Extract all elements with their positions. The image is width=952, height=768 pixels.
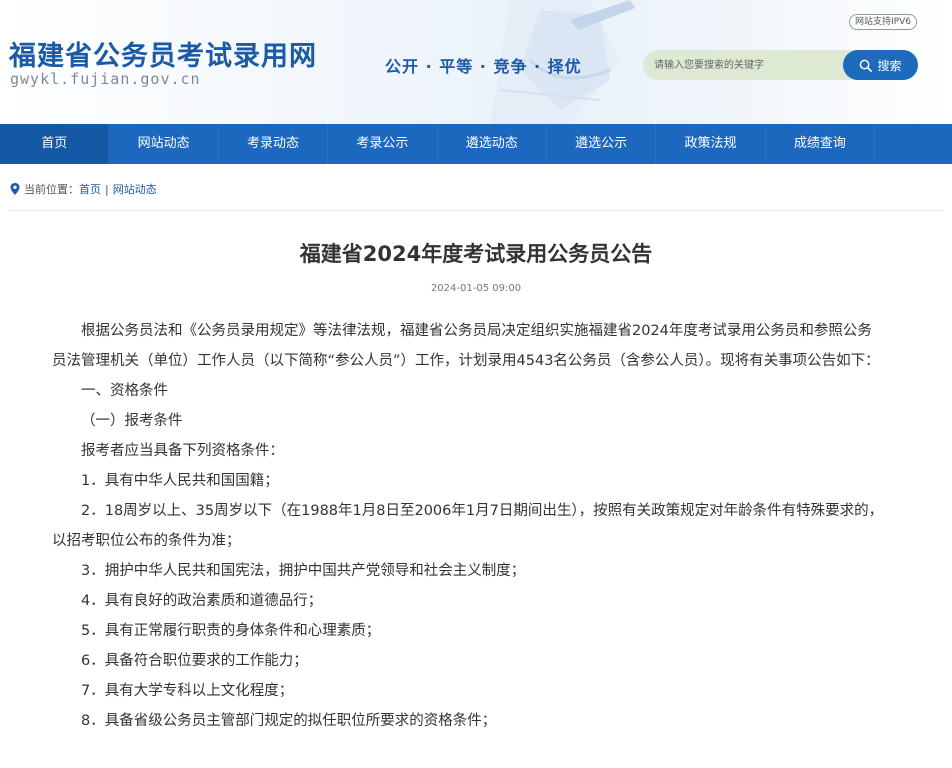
breadcrumb-home-link[interactable]: 首页 [79,181,101,197]
nav-item-site-news[interactable]: 网站动态 [109,124,219,164]
main-nav: 首页 网站动态 考录动态 考录公示 遴选动态 遴选公示 政策法规 成绩查询 [0,124,952,164]
nav-item-policies[interactable]: 政策法规 [656,124,766,164]
article-paragraph: 根据公务员法和《公务员录用规定》等法律法规，福建省公务员局决定组织实施福建省20… [52,323,880,369]
article-paragraph: 5．具有正常履行职责的身体条件和心理素质； [81,623,381,639]
site-header: 福建省公务员考试录用网 gwykl.fujian.gov.cn 公开 · 平等 … [0,0,952,124]
nav-item-home[interactable]: 首页 [0,124,110,164]
article-paragraph: 1．具有中华人民共和国国籍； [81,473,279,489]
article-paragraph: 一、资格条件 [81,383,168,399]
site-domain: gwykl.fujian.gov.cn [10,70,201,88]
ipv6-badge: 网站支持IPV6 [849,14,917,30]
article-title: 福建省2024年度考试录用公务员公告 [299,242,653,266]
breadcrumb-current-link[interactable]: 网站动态 [113,181,157,197]
search-input[interactable] [643,50,858,80]
breadcrumb-divider [10,210,942,211]
search-button-label: 搜索 [877,58,902,73]
article-paragraph: 7．具有大学专科以上文化程度； [81,683,294,699]
article-paragraph: （一）报考条件 [81,413,183,429]
breadcrumb: 当前位置： 首页 | 网站动态 [10,180,157,198]
article-paragraph: 8．具备省级公务员主管部门规定的拟任职位所要求的资格条件； [81,713,497,729]
nav-item-exam-notices[interactable]: 考录公示 [328,124,438,164]
nav-item-score-query[interactable]: 成绩查询 [766,124,876,164]
article-paragraph: 3．拥护中华人民共和国宪法，拥护中国共产党领导和社会主义制度； [81,563,526,579]
article-paragraph: 报考者应当具备下列资格条件： [81,443,284,459]
nav-item-selection-news[interactable]: 遴选动态 [438,124,547,164]
breadcrumb-separator: | [105,182,109,196]
article-date: 2024-01-05 09:00 [430,283,522,294]
site-title[interactable]: 福建省公务员考试录用网 [9,34,317,73]
article-paragraph: 4．具有良好的政治素质和道德品行； [81,593,323,609]
article-body: 根据公务员法和《公务员录用规定》等法律法规，福建省公务员局决定组织实施福建省20… [52,316,886,736]
site-slogan: 公开 · 平等 · 竞争 · 择优 [385,57,582,76]
search-icon [860,59,873,72]
location-pin-icon [10,183,20,195]
article-paragraph: 6．具备符合职位要求的工作能力； [81,653,308,669]
article-paragraph: 2．18周岁以上、35周岁以下（在1988年1月8日至2006年1月7日期间出生… [52,503,884,549]
nav-item-selection-notices[interactable]: 遴选公示 [547,124,657,164]
search-box: 搜索 [643,50,918,80]
breadcrumb-prefix: 当前位置： [24,183,79,196]
search-button[interactable]: 搜索 [843,50,918,80]
nav-item-exam-news[interactable]: 考录动态 [219,124,329,164]
